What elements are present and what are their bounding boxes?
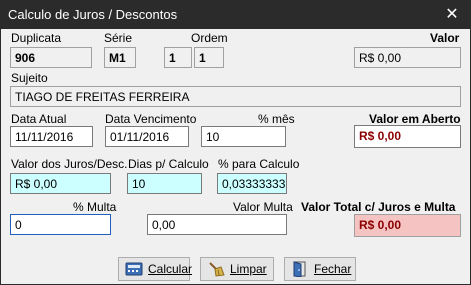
broom-icon [209, 262, 225, 277]
pct-calculo-field[interactable]: 0,033333333 [217, 173, 287, 194]
limpar-button[interactable]: Limpar [200, 257, 274, 281]
serie-field[interactable]: M1 [104, 47, 136, 68]
serie-label: Série [104, 31, 133, 45]
data-vencimento-field[interactable]: 01/11/2016 [105, 126, 189, 147]
ordem-label: Ordem [191, 31, 228, 45]
door-exit-icon [293, 261, 306, 277]
fechar-label: Fechar [314, 262, 352, 276]
duplicata-label: Duplicata [11, 31, 62, 45]
duplicata-field[interactable]: 906 [10, 47, 92, 68]
data-atual-label: Data Atual [11, 112, 67, 126]
valor-em-aberto-label: Valor em Aberto [369, 112, 461, 126]
data-atual-field[interactable]: 11/11/2016 [10, 126, 93, 147]
valor-juros-desc-label: Valor dos Juros/Desc. [11, 157, 128, 171]
calculo-juros-window: Calculo de Juros / Descontos ✕ Duplicata… [0, 0, 471, 285]
valor-juros-desc-field[interactable]: R$ 0,00 [10, 173, 111, 194]
calculator-icon [125, 262, 143, 276]
ordem-field-2[interactable]: 1 [194, 47, 224, 68]
calcular-button[interactable]: Calcular [118, 257, 193, 281]
dias-calculo-field[interactable]: 10 [127, 173, 202, 194]
sujeito-label: Sujeito [11, 71, 48, 85]
pct-multa-label: % Multa [73, 200, 117, 214]
fechar-button[interactable]: Fechar [284, 257, 356, 281]
title-bar[interactable]: Calculo de Juros / Descontos ✕ [1, 1, 470, 29]
valor-total-field[interactable]: R$ 0,00 [354, 214, 461, 237]
valor-total-label: Valor Total c/ Juros e Multa [301, 200, 456, 214]
pct-mes-label: % mês [258, 112, 295, 126]
window-title: Calculo de Juros / Descontos [8, 7, 178, 22]
valor-em-aberto-field[interactable]: R$ 0,00 [354, 125, 461, 148]
pct-multa-field[interactable]: 0 [10, 214, 111, 235]
valor-multa-field[interactable]: 0,00 [147, 214, 287, 235]
data-vencimento-label: Data Vencimento [105, 112, 197, 126]
pct-mes-field[interactable]: 10 [201, 126, 286, 147]
ordem-field-1[interactable]: 1 [164, 47, 192, 68]
valor-field[interactable]: R$ 0,00 [354, 47, 461, 68]
calcular-label: Calcular [148, 262, 193, 276]
sujeito-field[interactable]: TIAGO DE FREITAS FERREIRA [10, 86, 461, 107]
valor-label: Valor [430, 31, 460, 45]
limpar-label: Limpar [230, 262, 267, 276]
close-icon[interactable]: ✕ [442, 5, 462, 25]
valor-multa-label: Valor Multa [233, 200, 293, 214]
pct-calculo-label: % para Calculo [218, 157, 300, 171]
dias-calculo-label: Dias p/ Calculo [128, 157, 209, 171]
